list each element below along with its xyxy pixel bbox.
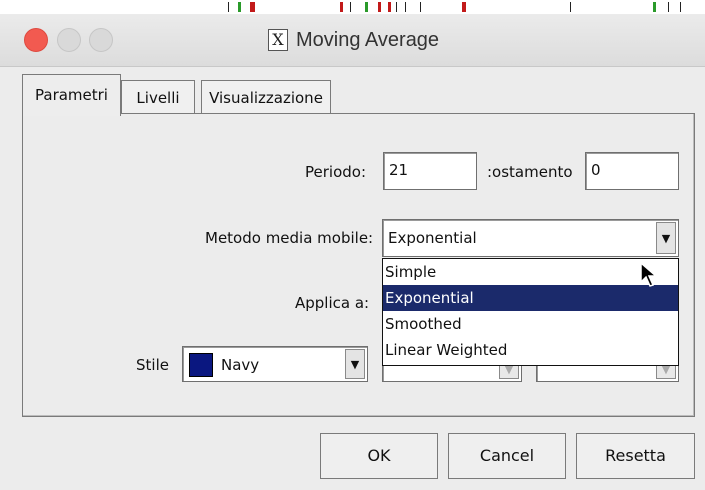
cancel-button[interactable]: Cancel xyxy=(448,433,566,479)
window-title-text: Moving Average xyxy=(296,28,440,51)
candle xyxy=(405,2,406,12)
option-linear-weighted[interactable]: Linear Weighted xyxy=(383,337,678,363)
periodo-input[interactable]: 21 xyxy=(383,152,477,190)
close-window-button[interactable] xyxy=(24,28,48,52)
option-exponential[interactable]: Exponential xyxy=(383,285,678,311)
zoom-window-button[interactable] xyxy=(89,28,113,52)
candle xyxy=(570,2,571,12)
candle xyxy=(340,2,343,12)
tab-label: Livelli xyxy=(136,89,180,107)
app-icon: X xyxy=(268,29,288,51)
candle xyxy=(228,2,229,12)
stile-label: Stile xyxy=(136,356,169,374)
minimize-window-button[interactable] xyxy=(57,28,81,52)
applica-label: Applica a: xyxy=(295,294,370,312)
candle xyxy=(238,2,241,12)
metodo-dropdown-list: Simple Exponential Smoothed Linear Weigh… xyxy=(382,258,679,366)
tab-visualizzazione[interactable]: Visualizzazione xyxy=(201,80,331,114)
candle xyxy=(250,2,255,12)
metodo-dropdown-button[interactable]: ▼ xyxy=(656,222,676,254)
chevron-down-icon: ▼ xyxy=(350,357,360,371)
option-simple[interactable]: Simple xyxy=(383,259,678,285)
candle xyxy=(462,2,466,12)
ok-button[interactable]: OK xyxy=(320,433,438,479)
metodo-select[interactable]: Exponential ▼ xyxy=(382,219,679,257)
tab-parametri[interactable]: Parametri xyxy=(22,74,121,116)
candle xyxy=(420,2,421,12)
spostamento-input[interactable]: 0 xyxy=(585,152,679,190)
stile-color-select[interactable]: Navy ▼ xyxy=(182,346,368,382)
chevron-down-icon: ▼ xyxy=(661,231,671,245)
stile-dropdown-button[interactable]: ▼ xyxy=(345,349,365,379)
spostamento-label: :ostamento xyxy=(487,163,573,181)
background-chart-strip xyxy=(0,0,705,14)
color-swatch xyxy=(189,353,213,377)
candle xyxy=(350,2,351,12)
window-title: X Moving Average xyxy=(268,26,439,54)
candle xyxy=(378,2,381,12)
candle xyxy=(668,2,669,12)
candle xyxy=(653,2,656,12)
tab-label: Parametri xyxy=(35,86,108,104)
tab-livelli[interactable]: Livelli xyxy=(121,80,195,114)
periodo-label: Periodo: xyxy=(305,163,367,181)
reset-button[interactable]: Resetta xyxy=(576,433,695,479)
candle xyxy=(388,2,391,12)
mouse-pointer-icon xyxy=(640,262,658,287)
candle xyxy=(396,2,397,12)
candle xyxy=(680,2,681,12)
metodo-selected-value: Exponential xyxy=(388,229,477,247)
tab-label: Visualizzazione xyxy=(209,89,323,107)
option-smoothed[interactable]: Smoothed xyxy=(383,311,678,337)
title-bar: X Moving Average xyxy=(0,14,705,67)
candle xyxy=(365,2,368,12)
metodo-label: Metodo media mobile: xyxy=(205,229,374,247)
stile-color-name: Navy xyxy=(221,356,260,374)
